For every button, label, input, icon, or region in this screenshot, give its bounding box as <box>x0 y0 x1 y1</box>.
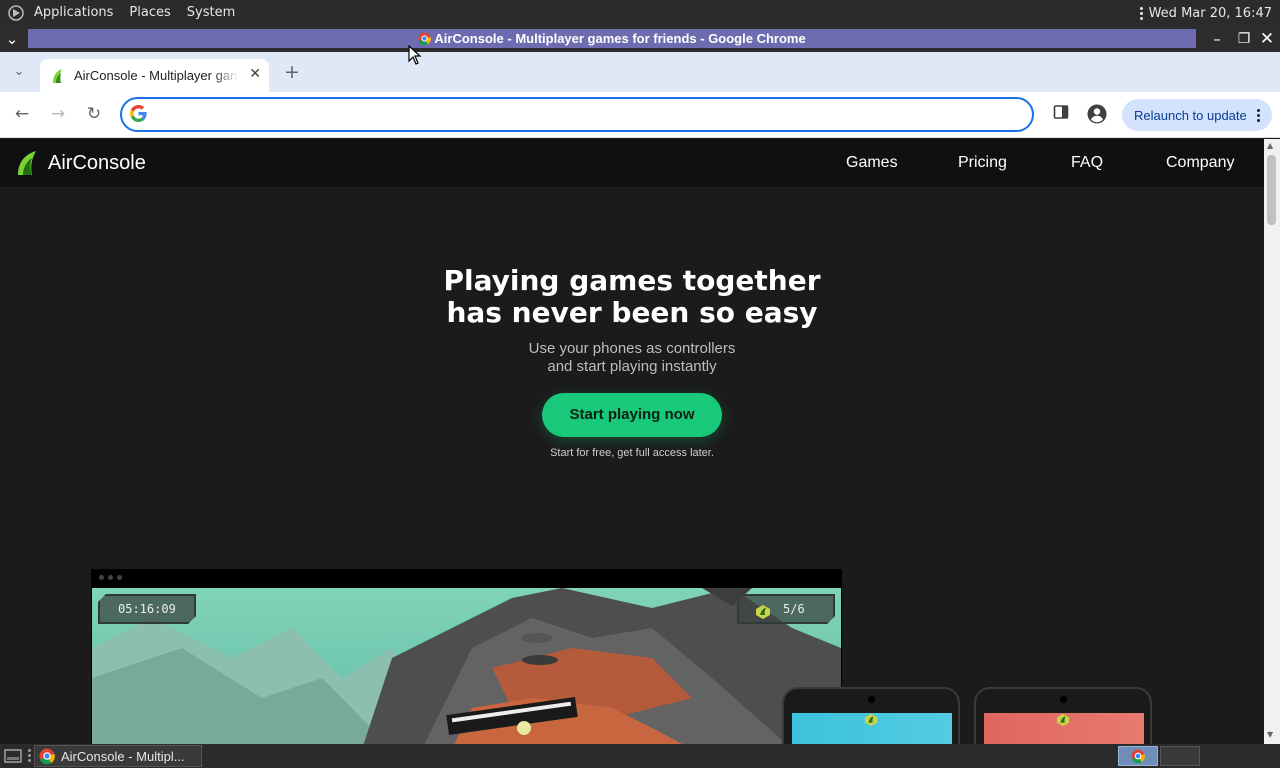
omnibox[interactable] <box>120 97 1034 132</box>
hero-subtitle: Use your phones as controllers and start… <box>528 340 736 375</box>
places-menu[interactable]: Places <box>121 0 178 26</box>
web-page: AirConsole Games Pricing FAQ Company Pla… <box>0 139 1264 744</box>
site-header: AirConsole Games Pricing FAQ Company <box>0 139 1264 187</box>
airconsole-favicon-icon <box>53 68 62 83</box>
mouse-cursor-icon <box>408 44 422 69</box>
page-scrollbar[interactable]: ▲ ▼ <box>1264 139 1280 744</box>
scroll-up-arrow-icon[interactable]: ▲ <box>1267 141 1273 150</box>
clock[interactable]: Wed Mar 20, 16:47 <box>1149 6 1272 21</box>
game-screenshot: 05:16:09 5/6 <box>92 588 841 744</box>
workspace-switcher[interactable] <box>1118 746 1158 766</box>
airconsole-logo[interactable]: AirConsole <box>16 150 146 176</box>
taskbar-chrome-window[interactable]: AirConsole - Multipl... <box>34 745 202 767</box>
taskbar-item-label: AirConsole - Multipl... <box>61 748 185 764</box>
brand-name: AirConsole <box>48 151 146 174</box>
applications-menu[interactable]: Applications <box>26 0 121 26</box>
taskbar: AirConsole - Multipl... <box>0 744 1280 768</box>
omnibox-input[interactable] <box>152 103 1012 127</box>
game-preview-frame: 05:16:09 5/6 <box>91 569 842 744</box>
tab-close-icon[interactable]: ✕ <box>249 66 261 82</box>
phone-controller-red <box>974 687 1152 744</box>
relaunch-label: Relaunch to update <box>1134 107 1247 123</box>
start-playing-button[interactable]: Start playing now <box>542 393 722 437</box>
tab-title: AirConsole - Multiplayer games for frien… <box>74 68 238 83</box>
game-timer: 05:16:09 <box>98 594 196 624</box>
scroll-down-arrow-icon[interactable]: ▼ <box>1267 730 1273 739</box>
side-panel-icon[interactable] <box>1049 104 1073 125</box>
airconsole-logo-icon <box>18 151 36 175</box>
window-titlebar[interactable]: ⌄ AirConsole - Multiplayer games for fri… <box>0 26 1280 52</box>
show-desktop-icon[interactable] <box>4 748 22 768</box>
cta-note: Start for free, get full access later. <box>550 447 714 459</box>
taskbar-handle-icon <box>28 749 31 762</box>
new-tab-plus-icon[interactable]: + <box>280 62 304 82</box>
chrome-menu-icon[interactable] <box>1257 109 1260 122</box>
hero-title: Playing games together has never been so… <box>443 264 821 329</box>
airconsole-hex-icon <box>1056 712 1070 731</box>
profile-avatar-icon[interactable] <box>1085 104 1109 129</box>
nav-games[interactable]: Games <box>846 154 898 172</box>
relaunch-to-update-button[interactable]: Relaunch to update <box>1122 99 1272 131</box>
google-g-icon <box>130 105 147 126</box>
airconsole-hex-icon <box>864 712 878 731</box>
minimize-icon[interactable]: – <box>1208 30 1226 48</box>
panel-overflow-icon[interactable] <box>1139 6 1143 20</box>
tab-search-chevron-icon[interactable]: ⌄ <box>7 62 31 82</box>
workspace-2[interactable] <box>1160 746 1200 766</box>
nav-pricing[interactable]: Pricing <box>958 154 1007 172</box>
back-arrow-icon[interactable]: ← <box>10 104 34 124</box>
nav-company[interactable]: Company <box>1166 154 1234 172</box>
tab-airconsole[interactable]: AirConsole - Multiplayer games for frien… <box>40 59 269 92</box>
window-title: AirConsole - Multiplayer games for frien… <box>434 31 806 46</box>
maximize-icon[interactable]: ❐ <box>1235 30 1253 48</box>
tab-strip: ⌄ AirConsole - Multiplayer games for fri… <box>0 52 1280 92</box>
scrollbar-thumb[interactable] <box>1267 155 1276 225</box>
chrome-icon <box>418 32 432 46</box>
reload-icon[interactable]: ↻ <box>82 104 106 124</box>
browser-toolbar: ← → ↻ Relaunch to update <box>0 92 1280 138</box>
nav-faq[interactable]: FAQ <box>1071 154 1103 172</box>
gnome-logo-icon[interactable] <box>6 3 26 23</box>
close-window-icon[interactable]: ✕ <box>1258 30 1276 48</box>
chrome-icon <box>1131 749 1145 763</box>
forward-arrow-icon[interactable]: → <box>46 104 70 124</box>
chrome-icon <box>39 748 55 764</box>
phone-controller-blue <box>782 687 960 744</box>
game-score: 5/6 <box>737 594 835 624</box>
system-menu[interactable]: System <box>179 0 243 26</box>
top-panel: Applications Places System Wed Mar 20, 1… <box>0 0 1280 26</box>
